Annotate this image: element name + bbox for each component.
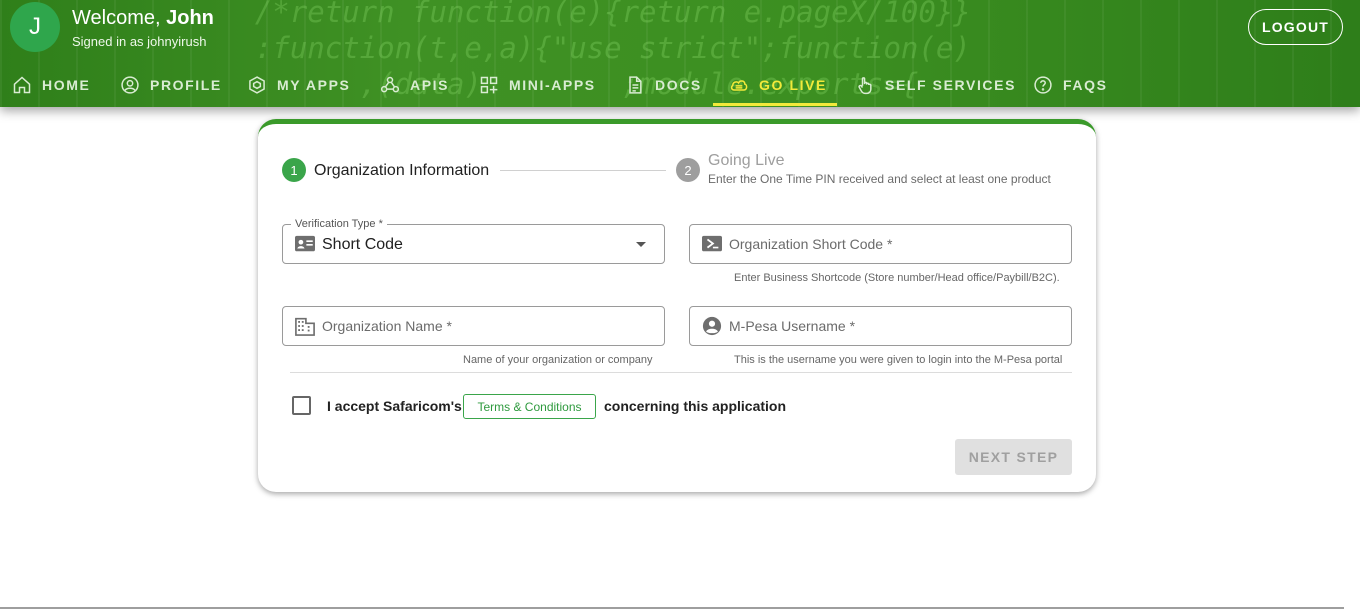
nav-label: DOCS: [655, 76, 702, 93]
org-short-code-placeholder: Organization Short Code *: [729, 236, 893, 252]
building-icon: [294, 316, 316, 336]
accept-terms-suffix: concerning this application: [604, 398, 787, 414]
nav-label: GO LIVE: [759, 76, 827, 93]
id-card-icon: [294, 234, 316, 254]
stepper-connector: [500, 170, 666, 171]
help-icon: [1034, 75, 1052, 94]
nav-item-docs[interactable]: DOCS: [625, 62, 702, 107]
nav-item-profile[interactable]: PROFILE: [120, 62, 222, 107]
cloud-upload-icon: [730, 79, 748, 91]
nav-item-my-apps[interactable]: MY APPS: [247, 62, 350, 107]
accept-terms-checkbox[interactable]: [292, 396, 311, 415]
nav-label: HOME: [42, 76, 91, 93]
app-header: /*return function(e){return e.pageX/100}…: [0, 0, 1360, 107]
apps-icon: [249, 75, 265, 94]
mpesa-username-placeholder: M-Pesa Username *: [729, 318, 856, 334]
nav-label: MINI-APPS: [509, 76, 596, 93]
nav-item-self-services[interactable]: SELF SERVICES: [855, 62, 1016, 107]
step-2-label: Going Live: [708, 152, 785, 169]
touch-icon: [858, 76, 872, 94]
step-2-badge: 2: [676, 158, 700, 182]
step-1-badge: 1: [282, 158, 306, 182]
account-circle-icon: [701, 316, 723, 336]
welcome-message: Welcome, John: [72, 7, 214, 30]
verification-type-legend: Verification Type *: [291, 218, 387, 230]
go-live-form-card: 1 Organization Information 2 Going Live …: [258, 119, 1096, 492]
document-icon: [629, 75, 642, 94]
mpesa-username-hint: This is the username you were given to l…: [734, 354, 1063, 366]
terminal-icon: [701, 234, 723, 254]
verification-type-value: Short Code: [322, 236, 403, 253]
nav-item-apis[interactable]: APIS: [380, 62, 449, 107]
nav-item-faqs[interactable]: FAQS: [1033, 62, 1108, 107]
avatar[interactable]: J: [10, 2, 60, 52]
org-short-code-field[interactable]: Organization Short Code *: [689, 224, 1072, 264]
verification-type-select[interactable]: Verification Type * Short Code: [282, 218, 665, 264]
home-icon: [13, 75, 31, 93]
webhook-icon: [380, 76, 400, 92]
user-name: John: [166, 7, 214, 29]
terms-conditions-button[interactable]: Terms & Conditions: [463, 394, 596, 419]
signed-in-text: Signed in as johnyirush: [72, 34, 207, 49]
main-nav: HOME PROFILE MY APPS APIS MINI-APPS DOCS…: [0, 62, 1360, 107]
org-name-placeholder: Organization Name *: [322, 318, 452, 334]
nav-label: SELF SERVICES: [885, 76, 1017, 93]
step-2-subtitle: Enter the One Time PIN received and sele…: [708, 172, 1051, 186]
org-name-hint: Name of your organization or company: [463, 354, 653, 366]
divider: [290, 372, 1072, 373]
page-bottom-border: [0, 607, 1344, 609]
nav-item-home[interactable]: HOME: [12, 62, 90, 107]
next-step-button[interactable]: NEXT STEP: [955, 439, 1072, 475]
chevron-down-icon[interactable]: [636, 242, 646, 247]
active-tab-indicator: [713, 103, 837, 106]
accept-terms-label: I accept Safaricom's: [327, 398, 462, 414]
step-1-label: Organization Information: [314, 162, 490, 179]
nav-label: APIS: [410, 76, 450, 93]
org-name-field[interactable]: Organization Name *: [282, 306, 665, 346]
nav-item-mini-apps[interactable]: MINI-APPS: [479, 62, 596, 107]
nav-label: FAQS: [1063, 76, 1108, 93]
welcome-prefix: Welcome,: [72, 7, 167, 29]
nav-label: PROFILE: [150, 76, 222, 93]
logout-button[interactable]: LOGOUT: [1248, 9, 1343, 45]
widgets-icon: [480, 76, 498, 93]
nav-label: MY APPS: [277, 76, 351, 93]
mpesa-username-field[interactable]: M-Pesa Username *: [689, 306, 1072, 346]
org-short-code-hint: Enter Business Shortcode (Store number/H…: [734, 272, 1060, 284]
profile-icon: [121, 75, 139, 94]
nav-item-go-live[interactable]: GO LIVE: [729, 62, 827, 107]
